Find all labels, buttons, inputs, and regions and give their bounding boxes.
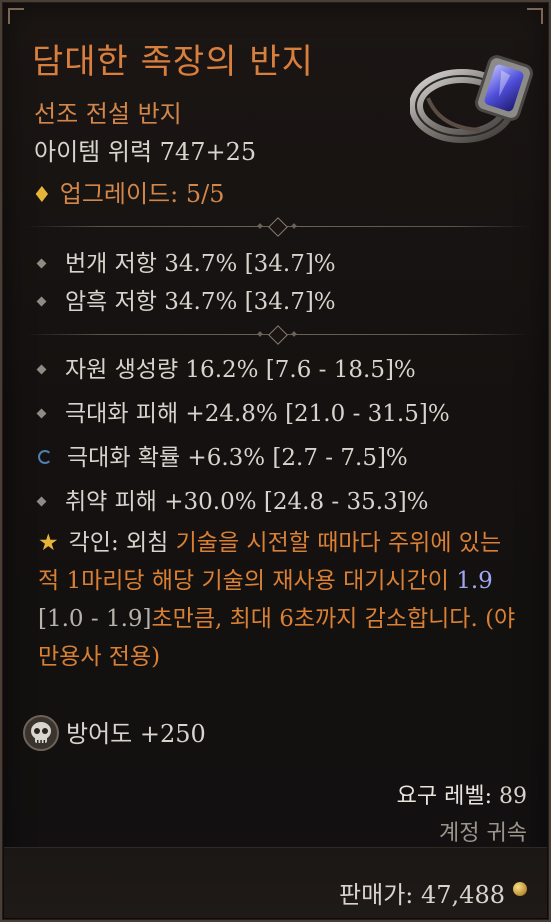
stat-line: 암흑 저항 34.7% [34.7]% xyxy=(36,282,336,316)
bullet-icon xyxy=(36,496,47,506)
stat-line: 취약 피해 +30.0% [24.8 - 35.3]% xyxy=(36,482,429,516)
section-divider xyxy=(26,325,529,345)
stat-text: 암흑 저항 34.7% [34.7]% xyxy=(65,289,336,315)
required-level-label: 요구 레벨: xyxy=(396,784,492,809)
sell-price: 판매가: 47,488 xyxy=(339,875,505,910)
bullet-icon xyxy=(36,364,47,374)
item-tooltip: 담대한 족장의 반지 선조 전설 반지 아이템 위력 747+25 ♦ 업그레이드… xyxy=(0,0,551,922)
account-bound: 계정 귀속 xyxy=(439,821,527,846)
aspect-value: 1.9 xyxy=(456,568,493,594)
stat-text: 극대화 피해 +24.8% [21.0 - 31.5]% xyxy=(65,401,450,427)
diamond-icon: ♦ xyxy=(32,183,52,208)
sell-label: 판매가: xyxy=(339,881,414,909)
item-power: 아이템 위력 747+25 xyxy=(34,138,257,166)
corner-ornament xyxy=(8,8,24,24)
stat-text: 극대화 확률 +6.3% [2.7 - 7.5]% xyxy=(67,445,408,471)
stat-text: 취약 피해 +30.0% [24.8 - 35.3]% xyxy=(65,489,429,515)
armor-value: 방어도 +250 xyxy=(66,720,206,748)
gold-coin-icon xyxy=(513,882,527,896)
stat-text: 자원 생성량 16.2% [7.6 - 18.5]% xyxy=(65,357,416,383)
bullet-icon xyxy=(36,408,47,418)
stat-text: 번개 저항 34.7% [34.7]% xyxy=(65,251,336,277)
stat-line: 자원 생성량 16.2% [7.6 - 18.5]% xyxy=(36,350,416,384)
swirl-icon xyxy=(38,450,52,464)
stat-line: 극대화 확률 +6.3% [2.7 - 7.5]% xyxy=(38,438,408,472)
required-level: 요구 레벨: 89 xyxy=(397,778,527,810)
upgrade-label: 업그레이드: 5/5 xyxy=(59,180,225,208)
item-rarity: 선조 전설 반지 xyxy=(34,100,182,128)
aspect-range: [1.0 - 1.9] xyxy=(38,606,152,632)
aspect-description: ★ 각인: 외침 기술을 시전할 때마다 주위에 있는 적 1마리당 해당 기술의… xyxy=(38,524,528,676)
stat-line: 번개 저항 34.7% [34.7]% xyxy=(36,244,336,278)
stat-line: 극대화 피해 +24.8% [21.0 - 31.5]% xyxy=(36,394,450,428)
required-level-value: 89 xyxy=(499,784,527,809)
skull-icon xyxy=(23,715,59,751)
aspect-label: 각인: 외침 xyxy=(68,530,169,556)
star-icon: ★ xyxy=(38,530,59,556)
item-name: 담대한 족장의 반지 xyxy=(32,42,314,82)
section-divider xyxy=(26,217,529,237)
upgrade-status: ♦ 업그레이드: 5/5 xyxy=(32,174,224,209)
corner-ornament xyxy=(527,8,543,24)
sell-value: 47,488 xyxy=(421,881,505,909)
bullet-icon xyxy=(36,258,47,268)
ring-image xyxy=(410,55,533,143)
bullet-icon xyxy=(36,296,47,306)
